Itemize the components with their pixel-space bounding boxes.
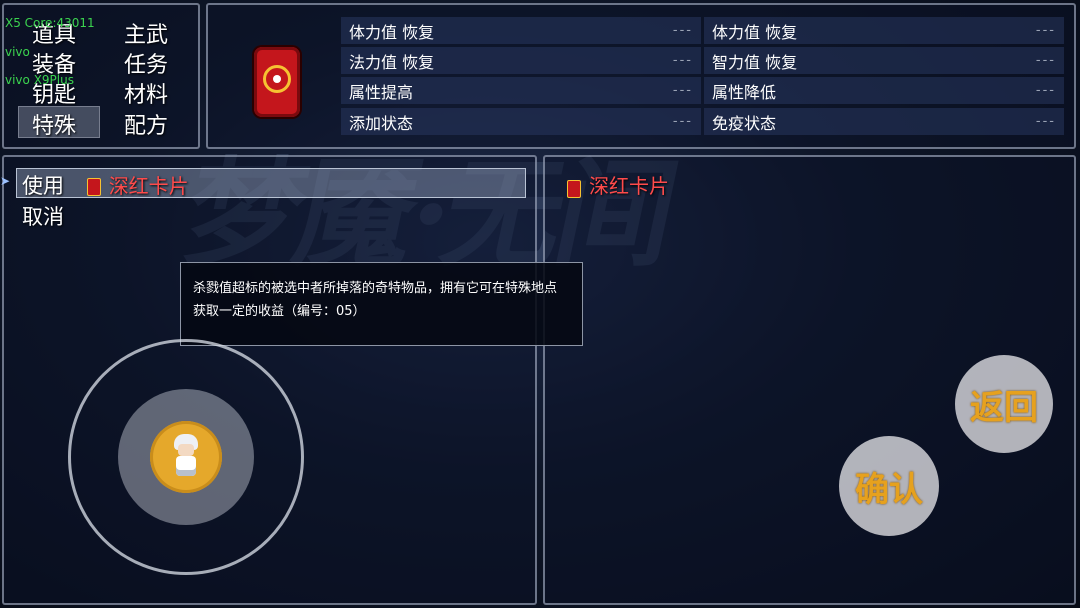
stat-label: 属性提高 [349,82,414,102]
selected-item-name: 深红卡片 [108,174,189,198]
crimson-card-icon [567,179,581,198]
stat-label: 免疫状态 [712,113,777,133]
stat-value: --- [1035,83,1056,98]
debug-device-text: vivo [5,45,30,59]
description-line-2: 获取一定的收益（编号：05） [193,304,366,319]
cancel-command[interactable]: 取消 [22,201,64,231]
stat-label: 体力值 恢复 [712,22,798,42]
stat-label: 法力值 恢复 [349,52,435,72]
description-line-1: 杀戮值超标的被选中者所掉落的奇特物品，拥有它可在特殊地点 [193,281,558,296]
stat-row: 法力值 恢复 --- [341,47,701,74]
target-item-name: 深红卡片 [589,174,669,198]
stat-row: 属性降低 --- [704,77,1064,104]
category-materials[interactable]: 材料 [124,77,168,109]
debug-model-text: vivo X9Plus [5,73,74,87]
back-button[interactable]: 返回 [955,355,1053,453]
stat-value: --- [1035,114,1056,129]
stat-row: 属性提高 --- [341,77,701,104]
stat-value: --- [1035,23,1056,38]
target-item[interactable]: 深红卡片 [567,170,669,199]
item-description-tooltip: 杀戮值超标的被选中者所掉落的奇特物品，拥有它可在特殊地点 获取一定的收益（编号：… [180,262,583,346]
stat-value: --- [672,83,693,98]
stat-value: --- [1035,53,1056,68]
stat-row: 体力值 恢复 --- [704,17,1064,44]
stat-value: --- [672,53,693,68]
category-recipes[interactable]: 配方 [124,108,168,140]
stat-row: 智力值 恢复 --- [704,47,1064,74]
stat-row: 免疫状态 --- [704,108,1064,135]
stat-value: --- [672,23,693,38]
stat-label: 属性降低 [712,82,777,102]
use-label: 使用 [22,174,64,198]
item-detail-window: 体力值 恢复 --- 法力值 恢复 --- 属性提高 --- 添加状态 --- … [206,3,1076,149]
stat-label: 体力值 恢复 [349,22,435,42]
confirm-button[interactable]: 确认 [839,436,939,536]
stat-row: 添加状态 --- [341,108,701,135]
category-main-weapon[interactable]: 主武 [124,17,168,49]
stat-label: 添加状态 [349,113,414,133]
player-avatar-icon [172,434,200,478]
stat-value: --- [672,114,693,129]
use-command[interactable]: 使用 深红卡片 [22,170,189,200]
crimson-card-icon [254,47,300,117]
crimson-card-icon [86,178,101,196]
stat-row: 体力值 恢复 --- [341,17,701,44]
debug-core-text: X5 Core:43011 [5,16,95,30]
category-special[interactable]: 特殊 [17,106,101,140]
category-quest[interactable]: 任务 [124,47,168,79]
cursor-arrow-icon: ➤ [0,174,11,188]
stat-label: 智力值 恢复 [712,52,798,72]
